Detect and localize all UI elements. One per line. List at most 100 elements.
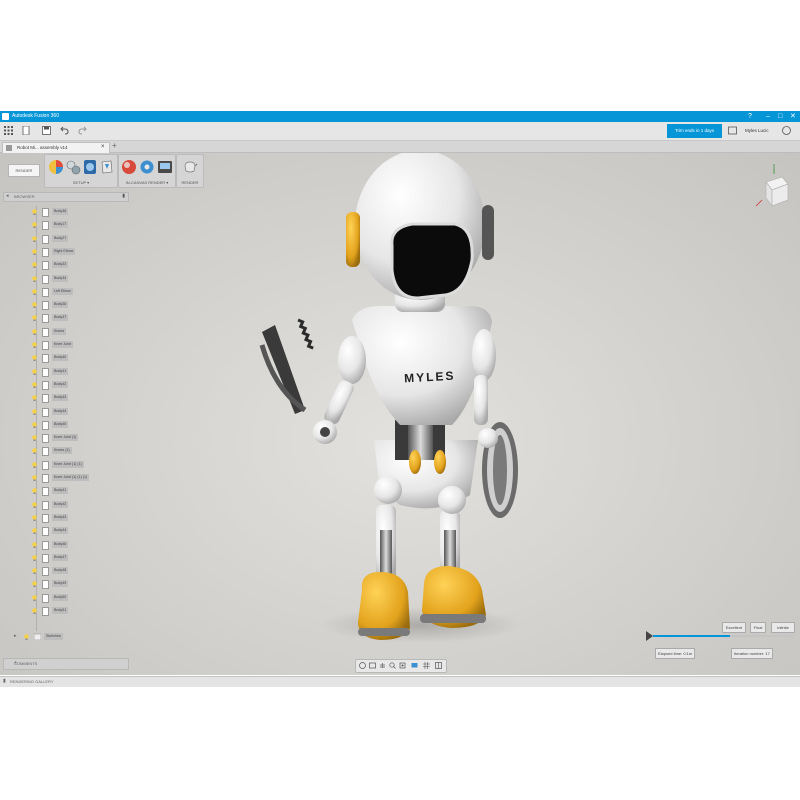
visibility-bulb-icon[interactable] — [32, 554, 37, 561]
visibility-bulb-icon[interactable] — [32, 328, 37, 335]
orbit-icon[interactable] — [359, 662, 366, 669]
visibility-bulb-icon[interactable] — [32, 408, 37, 415]
new-tab-icon[interactable]: + — [112, 141, 117, 150]
visibility-bulb-icon[interactable] — [32, 541, 37, 548]
look-at-icon[interactable] — [369, 662, 376, 669]
job-status-icon[interactable] — [728, 126, 737, 135]
browser-tree-item[interactable]: Knees (1) — [30, 446, 120, 457]
browser-header[interactable]: ◂ BROWSER ▮ — [3, 192, 129, 202]
visibility-bulb-icon[interactable] — [32, 342, 37, 348]
visibility-bulb-icon[interactable] — [32, 568, 37, 575]
browser-tree-item[interactable]: Body43 — [30, 393, 120, 404]
visibility-bulb-icon[interactable] — [32, 288, 37, 295]
browser-tree-item[interactable]: Body41 — [30, 486, 120, 497]
browser-tree-item[interactable]: Body46 — [30, 540, 120, 550]
browser-tree-item[interactable]: Body43 — [30, 513, 120, 523]
decal-icon[interactable] — [99, 159, 115, 175]
expand-arrow-icon[interactable]: ▸ — [14, 633, 17, 639]
visibility-bulb-icon[interactable] — [32, 594, 37, 601]
quality-excellent-button[interactable]: Excellent — [722, 622, 746, 633]
save-icon[interactable] — [42, 126, 51, 135]
appearance-icon[interactable] — [48, 159, 64, 175]
pan-hand-icon[interactable] — [379, 662, 386, 669]
visibility-bulb-icon[interactable] — [32, 222, 37, 229]
robot-model[interactable]: MYLES — [230, 152, 560, 652]
user-account-menu[interactable]: Myles Lucic — [745, 128, 769, 133]
visibility-bulb-icon[interactable] — [32, 421, 37, 428]
visibility-bulb-icon[interactable] — [24, 634, 29, 640]
visibility-bulb-icon[interactable] — [32, 515, 37, 521]
pin-icon[interactable]: ▮ — [122, 193, 125, 199]
browser-tree-item[interactable]: Body47 — [30, 553, 120, 563]
browser-tree-item[interactable]: Body45 — [30, 420, 120, 430]
rendering-gallery-bar[interactable]: ▮ RENDERING GALLERY — [0, 676, 800, 687]
setup-group-label[interactable]: SETUP ▾ — [45, 180, 117, 185]
browser-tree-item[interactable]: Left Elbow — [30, 287, 120, 297]
visibility-bulb-icon[interactable] — [32, 382, 37, 388]
browser-tree-item[interactable]: Body37 — [30, 313, 120, 324]
render-settings-gear-icon[interactable] — [139, 159, 155, 175]
visibility-bulb-icon[interactable] — [32, 302, 37, 309]
browser-tree-item[interactable]: Body40 — [30, 353, 120, 364]
render-teapot-icon[interactable] — [182, 159, 198, 175]
visibility-bulb-icon[interactable] — [32, 235, 37, 242]
quality-final-button[interactable]: Final — [750, 622, 766, 633]
browser-tree-item[interactable]: Knee Joint (1) — [30, 433, 120, 444]
in-canvas-render-group-label[interactable]: IN-CANVAS RENDER ▾ — [119, 180, 175, 185]
browser-tree-item[interactable]: Body27 — [30, 234, 120, 244]
browser-tree-item[interactable]: Body36 — [30, 300, 120, 311]
in-canvas-render-icon[interactable] — [121, 159, 137, 175]
visibility-bulb-icon[interactable] — [32, 262, 37, 269]
browser-tree-item[interactable]: Body51 — [30, 606, 120, 616]
visibility-bulb-icon[interactable] — [32, 475, 37, 481]
browser-tree-item[interactable]: Body50 — [30, 593, 120, 603]
grid-menu-icon[interactable] — [4, 126, 13, 135]
play-render-icon[interactable] — [646, 631, 653, 641]
viewports-icon[interactable] — [435, 662, 442, 669]
fit-icon[interactable] — [399, 662, 406, 669]
sketches-folder[interactable]: ▸ Sketches — [14, 632, 94, 642]
browser-tree-item[interactable]: Knee Joint (1) (1) — [30, 460, 120, 470]
physical-material-icon[interactable] — [65, 159, 81, 175]
workspace-switcher[interactable]: RENDER — [8, 164, 40, 177]
file-menu-icon[interactable] — [22, 126, 31, 135]
browser-tree-item[interactable]: Body42 — [30, 500, 120, 510]
display-settings-icon[interactable] — [411, 662, 418, 669]
zoom-icon[interactable] — [389, 662, 396, 669]
visibility-bulb-icon[interactable] — [32, 249, 37, 255]
visibility-bulb-icon[interactable] — [32, 581, 37, 588]
close-tab-icon[interactable]: × — [101, 144, 105, 150]
browser-tree-item[interactable]: Body44 — [30, 407, 120, 417]
render-group-label[interactable]: RENDER — [177, 180, 203, 185]
visibility-bulb-icon[interactable] — [32, 501, 37, 508]
browser-tree-item[interactable]: Knee Joint (1) (1) (1) — [30, 473, 120, 483]
browser-tree-item[interactable]: Body34 — [30, 274, 120, 284]
visibility-bulb-icon[interactable] — [32, 368, 37, 375]
browser-tree-item[interactable]: Body42 — [30, 380, 120, 390]
browser-tree-item[interactable]: Body17 — [30, 220, 120, 231]
visibility-bulb-icon[interactable] — [32, 315, 37, 322]
undo-icon[interactable] — [60, 126, 69, 135]
visibility-bulb-icon[interactable] — [32, 209, 37, 215]
browser-tree-item[interactable]: Knees — [30, 327, 120, 337]
help-icon[interactable] — [782, 126, 791, 135]
collapse-icon[interactable]: ◂ — [6, 193, 9, 199]
minimize-button[interactable]: – — [766, 112, 770, 121]
browser-tree-item[interactable]: Right Elbow — [30, 247, 120, 257]
grid-settings-icon[interactable] — [423, 662, 430, 669]
maximize-button[interactable]: □ — [778, 112, 782, 121]
canvas-viewport[interactable]: MYLES — [0, 152, 800, 675]
visibility-bulb-icon[interactable] — [32, 608, 37, 614]
visibility-bulb-icon[interactable] — [32, 395, 37, 402]
browser-tree-item[interactable]: Body44 — [30, 526, 120, 537]
visibility-bulb-icon[interactable] — [32, 448, 37, 455]
scene-settings-icon[interactable] — [82, 159, 98, 175]
browser-tree-item[interactable]: Body41 — [30, 367, 120, 377]
help-button[interactable]: ? — [748, 112, 752, 121]
browser-tree-item[interactable]: Knee Joint — [30, 340, 120, 350]
visibility-bulb-icon[interactable] — [32, 461, 37, 468]
browser-tree-item[interactable]: Body38 — [30, 207, 120, 217]
add-comment-icon[interactable]: + — [14, 660, 125, 666]
browser-tree-item[interactable]: Body48 — [30, 566, 120, 577]
visibility-bulb-icon[interactable] — [32, 275, 37, 282]
